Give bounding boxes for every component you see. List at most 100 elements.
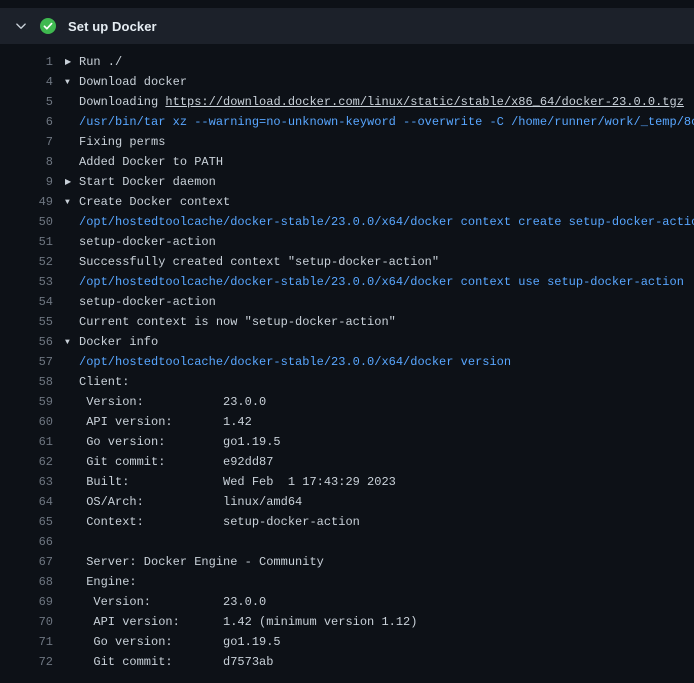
log-line: 62 Git commit: e92dd87 — [0, 452, 694, 472]
log-line-content: Engine: — [65, 572, 694, 592]
line-number-link[interactable]: 59 — [0, 392, 53, 412]
log-line: 5 Downloading https://download.docker.com… — [0, 92, 694, 112]
log-text: setup-docker-action — [79, 235, 216, 249]
log-line: 51 setup-docker-action — [0, 232, 694, 252]
line-number-link[interactable]: 51 — [0, 232, 53, 252]
line-number-link[interactable]: 53 — [0, 272, 53, 292]
log-line: 66 — [0, 532, 694, 552]
log-text: Client: — [79, 375, 129, 389]
line-number-link[interactable]: 63 — [0, 472, 53, 492]
log-line-content: OS/Arch: linux/amd64 — [65, 492, 694, 512]
log-text: Successfully created context "setup-dock… — [79, 255, 439, 269]
success-check-icon — [40, 18, 56, 34]
line-number-link[interactable]: 55 — [0, 312, 53, 332]
log-url-link[interactable]: https://download.docker.com/linux/static… — [165, 95, 683, 109]
log-line: 56 ▼Docker info — [0, 332, 694, 352]
log-line-content: ▼Create Docker context — [65, 192, 694, 212]
log-line-content: setup-docker-action — [65, 232, 694, 252]
line-number-link[interactable]: 52 — [0, 252, 53, 272]
log-line-content: Downloading https://download.docker.com/… — [65, 92, 694, 112]
line-number-link[interactable]: 66 — [0, 532, 53, 552]
line-number-link[interactable]: 72 — [0, 652, 53, 672]
log-line-content: Git commit: d7573ab — [65, 652, 694, 672]
log-command-text: /opt/hostedtoolcache/docker-stable/23.0.… — [79, 355, 511, 369]
log-line: 58 Client: — [0, 372, 694, 392]
log-line-content: Current context is now "setup-docker-act… — [65, 312, 694, 332]
line-number-link[interactable]: 68 — [0, 572, 53, 592]
log-line: 59 Version: 23.0.0 — [0, 392, 694, 412]
log-line: 64 OS/Arch: linux/amd64 — [0, 492, 694, 512]
line-number-link[interactable]: 65 — [0, 512, 53, 532]
line-number-link[interactable]: 58 — [0, 372, 53, 392]
log-line: 8Added Docker to PATH — [0, 152, 694, 172]
log-line: 61 Go version: go1.19.5 — [0, 432, 694, 452]
log-line-content: /opt/hostedtoolcache/docker-stable/23.0.… — [65, 352, 694, 372]
line-number-link[interactable]: 61 — [0, 432, 53, 452]
log-line: 60 API version: 1.42 — [0, 412, 694, 432]
log-line-content: ▼Docker info — [65, 332, 694, 352]
log-command-text: /opt/hostedtoolcache/docker-stable/23.0.… — [79, 275, 684, 289]
log-line: 7 Fixing perms — [0, 132, 694, 152]
log-line-content: Built: Wed Feb 1 17:43:29 2023 — [65, 472, 694, 492]
log-text: Engine: — [79, 575, 137, 589]
log-line-content — [65, 532, 694, 552]
log-line-content: Version: 23.0.0 — [65, 392, 694, 412]
group-expand-icon[interactable]: ▶ — [65, 173, 79, 192]
log-text: Context: setup-docker-action — [79, 515, 360, 529]
line-number-link[interactable]: 49 — [0, 192, 53, 212]
line-number-link[interactable]: 69 — [0, 592, 53, 612]
log-text: Version: 23.0.0 — [79, 595, 266, 609]
line-number-link[interactable]: 54 — [0, 292, 53, 312]
group-collapse-icon[interactable]: ▼ — [65, 333, 79, 352]
log-line: 68 Engine: — [0, 572, 694, 592]
line-number-link[interactable]: 50 — [0, 212, 53, 232]
log-text: setup-docker-action — [79, 295, 216, 309]
log-line: 49 ▼Create Docker context — [0, 192, 694, 212]
log-line-content: ▼Download docker — [65, 72, 694, 92]
group-collapse-icon[interactable]: ▼ — [65, 73, 79, 92]
line-number-link[interactable]: 70 — [0, 612, 53, 632]
log-output: 1▶Run ./4▼Download docker5Downloading ht… — [0, 44, 694, 672]
log-line-content: Git commit: e92dd87 — [65, 452, 694, 472]
step-header-setup-docker[interactable]: Set up Docker — [0, 8, 694, 44]
line-number-link[interactable]: 7 — [0, 132, 53, 152]
log-line: 52 Successfully created context "setup-do… — [0, 252, 694, 272]
line-number-link[interactable]: 9 — [0, 172, 53, 192]
line-number-link[interactable]: 62 — [0, 452, 53, 472]
log-line-content: Fixing perms — [65, 132, 694, 152]
log-line-content: Client: — [65, 372, 694, 392]
group-collapse-icon[interactable]: ▼ — [65, 193, 79, 212]
log-line: 6/usr/bin/tar xz --warning=no-unknown-ke… — [0, 112, 694, 132]
log-line-content: Go version: go1.19.5 — [65, 432, 694, 452]
log-text: OS/Arch: linux/amd64 — [79, 495, 302, 509]
line-number-link[interactable]: 4 — [0, 72, 53, 92]
line-number-link[interactable]: 8 — [0, 152, 53, 172]
line-number-link[interactable]: 56 — [0, 332, 53, 352]
line-number-link[interactable]: 60 — [0, 412, 53, 432]
log-line: 9 ▶Start Docker daemon — [0, 172, 694, 192]
log-text: Fixing perms — [79, 135, 165, 149]
line-number-link[interactable]: 64 — [0, 492, 53, 512]
log-line: 63 Built: Wed Feb 1 17:43:29 2023 — [0, 472, 694, 492]
log-text: Downloading — [79, 95, 165, 109]
line-number-link[interactable]: 5 — [0, 92, 53, 112]
log-text: Run ./ — [79, 55, 122, 69]
log-line: 72 Git commit: d7573ab — [0, 652, 694, 672]
line-number-link[interactable]: 1 — [0, 52, 53, 72]
line-number-link[interactable]: 6 — [0, 112, 53, 132]
log-text: Start Docker daemon — [79, 175, 216, 189]
log-line: 67 Server: Docker Engine - Community — [0, 552, 694, 572]
log-text: Docker info — [79, 335, 158, 349]
chevron-down-icon[interactable] — [14, 19, 28, 33]
group-expand-icon[interactable]: ▶ — [65, 53, 79, 72]
line-number-link[interactable]: 67 — [0, 552, 53, 572]
line-number-link[interactable]: 57 — [0, 352, 53, 372]
log-line: 54 setup-docker-action — [0, 292, 694, 312]
log-line: 71 Go version: go1.19.5 — [0, 632, 694, 652]
log-text: Download docker — [79, 75, 187, 89]
log-line-content: Server: Docker Engine - Community — [65, 552, 694, 572]
log-viewer-page: Set up Docker 1▶Run ./4▼Download docker5… — [0, 8, 694, 683]
log-text: Current context is now "setup-docker-act… — [79, 315, 396, 329]
log-text: API version: 1.42 — [79, 415, 252, 429]
line-number-link[interactable]: 71 — [0, 632, 53, 652]
